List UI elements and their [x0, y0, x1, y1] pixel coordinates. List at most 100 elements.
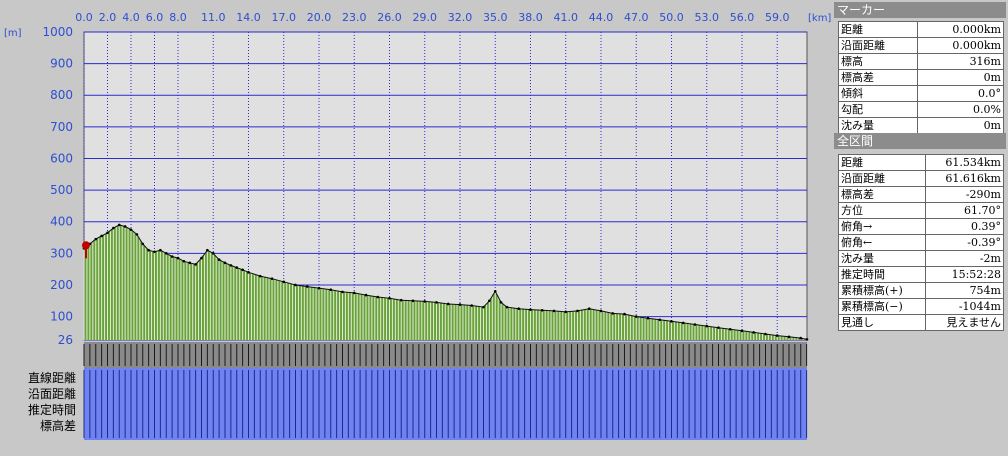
info-value: 61.616km: [924, 170, 1005, 187]
elevation-point: [764, 332, 767, 336]
section-header: 全区間: [834, 133, 1006, 149]
info-row: 沿面距離 61.616km: [838, 170, 1005, 187]
elevation-point: [517, 307, 521, 310]
y-tick-label: 1000: [42, 25, 73, 39]
info-value: -2m: [924, 250, 1005, 267]
info-value: 61.534km: [924, 154, 1005, 171]
elevation-point: [341, 290, 344, 294]
elevation-point: [217, 258, 221, 261]
info-label: 累積標高(+): [838, 282, 926, 299]
elevation-point: [153, 250, 156, 254]
elevation-point: [488, 299, 491, 303]
elevation-point: [458, 303, 462, 306]
elevation-point: [529, 308, 532, 311]
info-label: 標高差: [838, 186, 926, 203]
elevation-point: [206, 248, 209, 252]
elevation-point: [147, 248, 150, 252]
elevation-point: [176, 256, 180, 260]
x-tick-label: 41.0: [553, 11, 578, 24]
elevation-point: [482, 305, 485, 309]
x-tick-label: 47.0: [624, 11, 649, 24]
x-tick-label: 59.0: [765, 11, 790, 24]
y-tick-labels: 1000 900 800 700 600 500 400 300 200 100 26: [42, 25, 73, 347]
elevation-point: [159, 248, 162, 252]
info-label: 距離: [838, 154, 926, 171]
info-row: 俯角→ 0.39°: [838, 218, 1005, 235]
x-tick-label: 53.0: [694, 11, 719, 24]
elevation-point: [194, 263, 197, 266]
x-tick-label: 2.0: [99, 11, 117, 24]
elevation-point: [435, 301, 438, 304]
info-row: 沈み量 -2m: [838, 250, 1005, 267]
info-row: 距離 0.000km: [838, 21, 1005, 38]
elevation-point: [799, 336, 803, 340]
waypoint-band: [84, 342, 807, 368]
x-tick-label: 0.0: [75, 11, 93, 24]
info-row: 標高 316m: [838, 53, 1005, 70]
elevation-point: [599, 309, 603, 313]
elevation-point: [564, 310, 568, 314]
x-tick-label: 6.0: [146, 11, 164, 24]
elevation-point: [423, 300, 427, 303]
y-tick-label: 100: [50, 310, 73, 324]
elevation-point: [670, 320, 673, 323]
elevation-point: [658, 318, 662, 322]
elevation-point: [646, 316, 650, 320]
elevation-point: [164, 252, 168, 255]
elevation-point: [106, 231, 109, 235]
elevation-point: [182, 259, 186, 263]
elevation-point: [170, 255, 174, 258]
info-row: 勾配 0.0%: [838, 101, 1005, 118]
info-value: 0.000km: [916, 37, 1005, 54]
elevation-point: [352, 291, 356, 295]
info-value: -1044m: [924, 298, 1005, 315]
row-label: 推定時間: [28, 402, 76, 417]
x-tick-label: 29.0: [412, 11, 437, 24]
elevation-point: [805, 338, 809, 341]
elevation-point: [294, 283, 297, 287]
elevation-point: [540, 308, 544, 312]
info-row: 累積標高(+) 754m: [838, 282, 1005, 299]
elevation-point: [129, 228, 133, 231]
row-label: 直線距離: [28, 370, 76, 385]
info-label: 俯角←: [838, 234, 926, 251]
y-tick-label: 600: [50, 151, 73, 165]
elevation-point: [576, 309, 579, 313]
elevation-point: [223, 261, 227, 265]
info-label: 方位: [838, 202, 926, 219]
info-value: 61.70°: [924, 202, 1005, 219]
info-label: 沿面距離: [838, 37, 918, 54]
elevation-point: [740, 329, 744, 333]
elevation-point: [329, 288, 333, 292]
info-label: 傾斜: [838, 85, 918, 102]
elevation-point: [587, 307, 591, 310]
info-row: 俯角← -0.39°: [838, 234, 1005, 251]
info-label: 沈み量: [838, 250, 926, 267]
elevation-point: [247, 271, 250, 274]
x-tick-label: 35.0: [483, 11, 508, 24]
info-label: 俯角→: [838, 218, 926, 235]
row-labels: 直線距離沿面距離推定時間標高差: [28, 370, 76, 433]
elevation-point: [211, 252, 215, 255]
elevation-point: [305, 285, 309, 288]
elevation-point: [117, 223, 121, 227]
elevation-point: [787, 335, 791, 339]
profile-svg[interactable]: 0.0 2.0 4.0 6.0 8.0 11.0 14.0 17.0 20.0 23.0 26.0 2…: [0, 0, 832, 456]
elevation-profile-chart[interactable]: 0.0 2.0 4.0 6.0 8.0 11.0 14.0 17.0 20.0 23.0 26.0 2…: [0, 0, 832, 456]
elevation-point: [681, 321, 685, 325]
elevation-point: [634, 315, 638, 318]
elevation-point: [446, 302, 450, 306]
elevation-point: [399, 298, 403, 302]
elevation-point: [100, 234, 103, 238]
info-label: 沿面距離: [838, 170, 926, 187]
info-row: 沈み量 0m: [838, 117, 1005, 134]
info-row: 推定時間 15:52:28: [838, 266, 1005, 283]
row-label: 沿面距離: [28, 387, 76, 401]
info-value: -290m: [924, 186, 1005, 203]
marker-header: マーカー: [834, 2, 1006, 18]
x-tick-label: 14.0: [236, 11, 261, 24]
info-label: 推定時間: [838, 266, 926, 283]
elevation-point: [258, 274, 262, 278]
info-value: 0.000km: [916, 21, 1005, 38]
x-tick-label: 23.0: [342, 11, 367, 24]
